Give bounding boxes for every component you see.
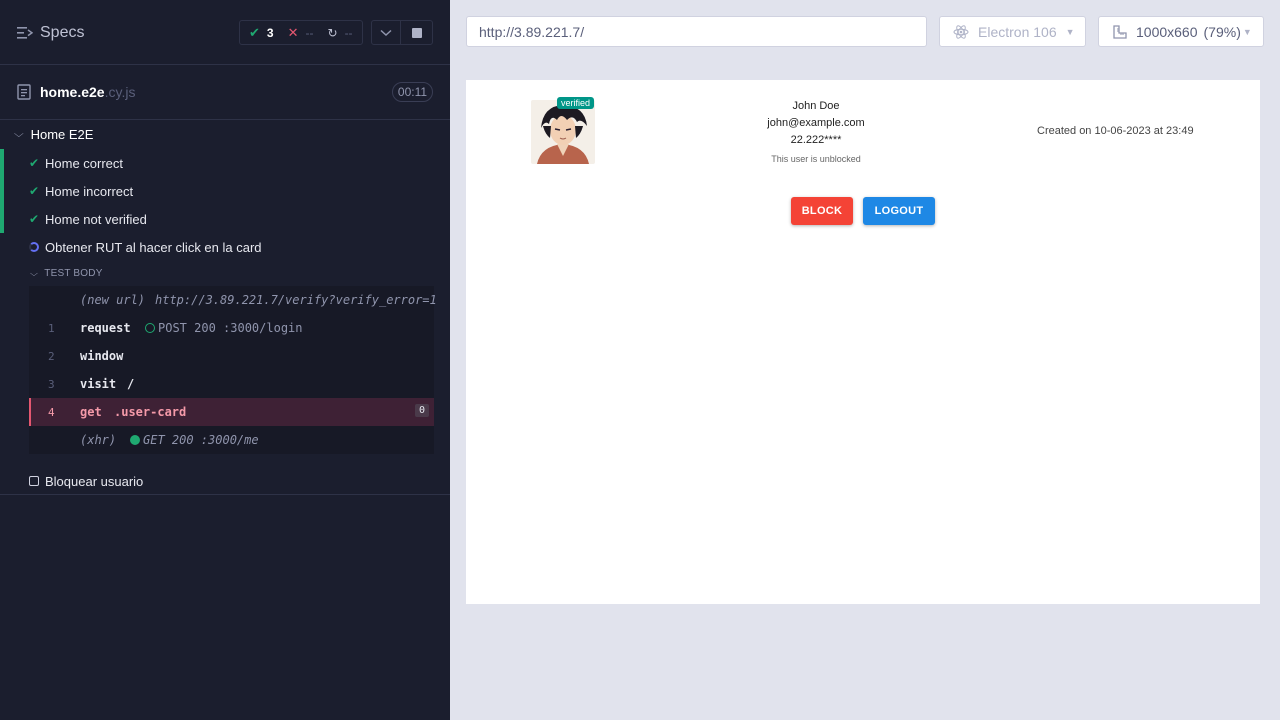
url-bar[interactable]: http://3.89.221.7/ xyxy=(466,16,927,47)
test-item[interactable]: ✔ Home not verified xyxy=(0,205,450,233)
test-stats: ✔ 3 ✕ -- ↻ -- xyxy=(239,20,363,45)
passed-count: 3 xyxy=(266,25,274,40)
viewport-info[interactable]: 1000x660 (79%) ▼ xyxy=(1098,16,1264,47)
block-button[interactable]: BLOCK xyxy=(791,197,853,225)
test-body-header[interactable]: ⌵ TEST BODY xyxy=(30,268,103,279)
specs-list-icon[interactable] xyxy=(17,26,33,40)
passed-indicator xyxy=(0,177,4,205)
test-label: Home incorrect xyxy=(45,183,134,199)
spec-basename: home.e2e xyxy=(40,84,105,100)
test-body-label: TEST BODY xyxy=(44,268,103,279)
command-name: (xhr) xyxy=(80,433,117,447)
xhr-status-icon xyxy=(130,435,140,445)
chevron-down-icon: ▼ xyxy=(1065,26,1075,37)
browser-selector[interactable]: Electron 106 ▼ xyxy=(939,16,1086,47)
command-log: (new url) http://3.89.221.7/verify?verif… xyxy=(29,286,437,454)
command-message-text: POST 200 :3000/login xyxy=(158,321,303,335)
passed-stat: ✔ 3 xyxy=(249,25,274,41)
created-date: Created on 10-06-2023 at 23:49 xyxy=(1037,125,1194,137)
user-email: john@example.com xyxy=(767,117,865,129)
reporter-header: Specs ✔ 3 ✕ -- ↻ -- xyxy=(0,0,450,65)
test-item-running[interactable]: Obtener RUT al hacer click en la card xyxy=(0,233,450,261)
check-icon: ✔ xyxy=(29,184,40,198)
toggle-auto-scroll-button[interactable] xyxy=(371,20,401,45)
test-item[interactable]: ✔ Home correct xyxy=(0,149,450,177)
divider xyxy=(0,494,450,495)
command-row[interactable]: 1 request POST 200 :3000/login xyxy=(29,314,434,342)
test-item-pending[interactable]: Bloquear usuario xyxy=(0,467,450,495)
chevron-down-icon: ▼ xyxy=(1242,26,1252,37)
spec-extension: .cy.js xyxy=(104,84,136,100)
command-number: 4 xyxy=(48,405,55,419)
pending-count: -- xyxy=(344,25,353,40)
viewport-size: 1000x660 xyxy=(1136,23,1198,40)
reporter-panel: Specs ✔ 3 ✕ -- ↻ -- home.e2e.cy.js 00:11… xyxy=(0,0,450,720)
command-row-active[interactable]: 4 get .user-card 0 xyxy=(29,398,434,426)
command-message: .user-card xyxy=(114,405,187,419)
command-message: POST 200 :3000/login xyxy=(145,321,303,335)
check-icon: ✔ xyxy=(29,156,40,170)
stop-button[interactable] xyxy=(400,20,433,45)
avatar xyxy=(531,100,595,164)
specs-label[interactable]: Specs xyxy=(40,24,84,42)
x-icon: ✕ xyxy=(287,24,299,40)
test-label: Home not verified xyxy=(45,211,147,227)
test-item[interactable]: ✔ Home incorrect xyxy=(0,177,450,205)
logout-button[interactable]: LOGOUT xyxy=(863,197,935,225)
user-status: This user is unblocked xyxy=(771,154,861,164)
user-name: John Doe xyxy=(792,100,840,112)
test-label: Bloquear usuario xyxy=(45,473,144,489)
running-spinner-icon xyxy=(29,242,39,252)
command-row[interactable]: 3 visit / xyxy=(29,370,434,398)
command-row[interactable]: (xhr) GET 200 :3000/me xyxy=(29,426,434,454)
command-name: (new url) xyxy=(80,293,146,307)
ruler-icon xyxy=(1113,24,1127,39)
command-row[interactable]: (new url) http://3.89.221.7/verify?verif… xyxy=(29,286,437,314)
passed-indicator xyxy=(0,149,4,177)
pending-square-icon xyxy=(29,476,39,486)
element-count-badge: 0 xyxy=(414,404,429,417)
command-number: 1 xyxy=(48,321,55,335)
document-icon xyxy=(17,84,31,100)
verified-badge: verified xyxy=(557,97,595,109)
caret-down-icon: ⌵ xyxy=(30,268,39,278)
command-name: get xyxy=(80,405,102,419)
pending-stat: ↻ -- xyxy=(328,26,353,40)
command-name: visit xyxy=(80,377,117,391)
check-icon: ✔ xyxy=(249,24,260,40)
passed-indicator xyxy=(0,205,4,233)
user-rut: 22.222**** xyxy=(790,134,842,146)
command-name: request xyxy=(80,321,131,335)
browser-name: Electron 106 xyxy=(978,23,1057,40)
viewport-scale: (79%) xyxy=(1203,23,1241,40)
command-name: window xyxy=(80,349,124,363)
suite-label: Home E2E xyxy=(30,127,94,142)
check-icon: ✔ xyxy=(29,212,40,226)
stop-icon xyxy=(411,27,422,38)
command-row[interactable]: 2 window xyxy=(29,342,434,370)
spec-filename[interactable]: home.e2e.cy.js xyxy=(40,84,135,100)
command-number: 3 xyxy=(48,377,55,391)
failed-count: -- xyxy=(305,25,314,40)
command-message: / xyxy=(127,377,135,391)
test-label: Home correct xyxy=(45,155,124,171)
pending-icon: ↻ xyxy=(327,25,338,40)
command-number: 2 xyxy=(48,349,55,363)
chevron-down-icon xyxy=(380,29,392,36)
test-label: Obtener RUT al hacer click en la card xyxy=(45,239,262,255)
avatar-image xyxy=(531,100,595,164)
request-status-icon xyxy=(145,323,155,333)
command-message: http://3.89.221.7/verify?verify_error=1 xyxy=(155,293,437,307)
command-message: GET 200 :3000/me xyxy=(130,433,259,447)
command-message-text: GET 200 :3000/me xyxy=(143,433,259,447)
failed-stat: ✕ -- xyxy=(288,25,314,41)
electron-icon xyxy=(953,24,969,39)
suite-title[interactable]: ⌵ Home E2E xyxy=(13,127,94,142)
user-card[interactable]: John Doe john@example.com 22.222**** Thi… xyxy=(746,98,886,168)
caret-down-icon: ⌵ xyxy=(13,129,24,140)
spec-duration: 00:11 xyxy=(392,82,433,102)
app-under-test: verified John Doe john@example.com 22.22… xyxy=(466,80,1260,604)
